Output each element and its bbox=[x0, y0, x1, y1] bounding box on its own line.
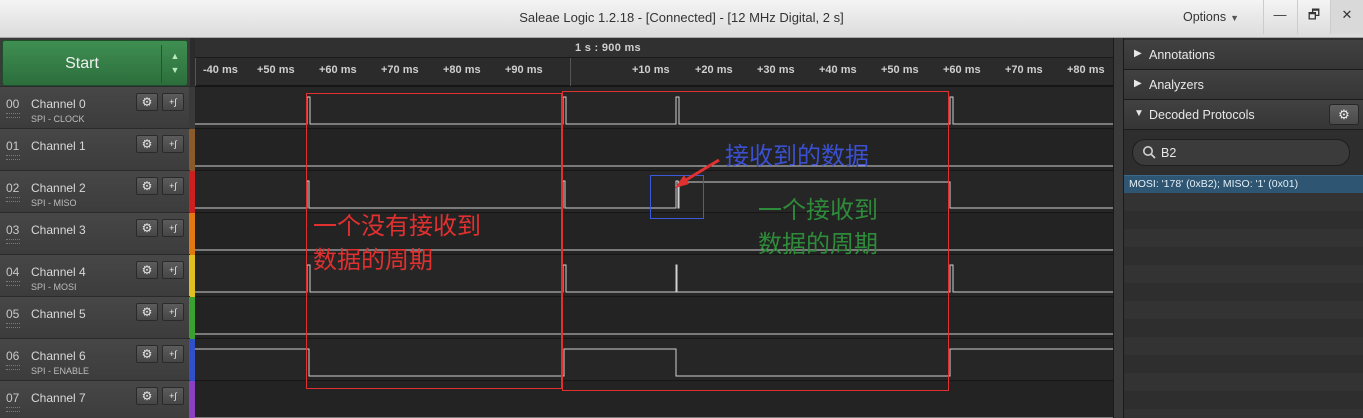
red-arrow-shaft bbox=[680, 158, 720, 185]
channel-settings-button[interactable]: ⚙ bbox=[136, 219, 158, 237]
title-bar: Saleae Logic 1.2.18 - [Connected] - [12 … bbox=[0, 0, 1363, 38]
decoded-results-list: MOSI: '178' (0xB2); MISO: '1' (0x01) bbox=[1124, 175, 1363, 418]
channel-name[interactable]: Channel 2 bbox=[31, 181, 86, 195]
trigger-button[interactable]: +∫ bbox=[162, 345, 184, 363]
channel-analyzer-label: SPI - CLOCK bbox=[31, 114, 85, 124]
channel-settings-button[interactable]: ⚙ bbox=[136, 261, 158, 279]
channel-number: 00 bbox=[6, 97, 20, 111]
drag-handle-icon[interactable] bbox=[6, 281, 20, 286]
expand-arrow-icon: ▶ bbox=[1134, 78, 1142, 89]
red-arrow-head-icon bbox=[675, 175, 689, 188]
channel-name[interactable]: Channel 4 bbox=[31, 265, 86, 279]
channel-number: 07 bbox=[6, 391, 20, 405]
channel-panel: Start ▲ ▼ 00 Channel 0 SPI - CLOCK ⚙ +∫ 01 Chan… bbox=[0, 38, 195, 418]
channel-analyzer-label: SPI - MISO bbox=[31, 198, 77, 208]
channel-number: 02 bbox=[6, 181, 20, 195]
decoded-protocols-section-header[interactable]: ▼ Decoded Protocols ⚙ bbox=[1124, 100, 1363, 130]
decoded-result-row[interactable]: MOSI: '178' (0xB2); MISO: '1' (0x01) bbox=[1124, 175, 1363, 193]
expand-arrow-icon: ▶ bbox=[1134, 48, 1142, 59]
channel-row[interactable]: 02 Channel 2 SPI - MISO ⚙ +∫ bbox=[0, 170, 195, 213]
analyzers-section-header[interactable]: ▶ Analyzers bbox=[1124, 70, 1363, 100]
channel-number: 06 bbox=[6, 349, 20, 363]
trigger-button[interactable]: +∫ bbox=[162, 219, 184, 237]
channel-row[interactable]: 00 Channel 0 SPI - CLOCK ⚙ +∫ bbox=[0, 86, 195, 129]
drag-handle-icon[interactable] bbox=[6, 323, 20, 328]
analyzers-label: Analyzers bbox=[1149, 78, 1204, 92]
trigger-button[interactable]: +∫ bbox=[162, 303, 184, 321]
channel-analyzer-label: SPI - ENABLE bbox=[31, 366, 90, 376]
drag-handle-icon[interactable] bbox=[6, 197, 20, 202]
restore-button[interactable]: 🗗 bbox=[1297, 0, 1330, 34]
channel-row[interactable]: 01 Channel 1 ⚙ +∫ bbox=[0, 128, 195, 171]
channel-row[interactable]: 07 Channel 7 ⚙ +∫ bbox=[0, 380, 195, 418]
channel-name[interactable]: Channel 0 bbox=[31, 97, 86, 111]
close-button[interactable]: ✕ bbox=[1330, 0, 1363, 34]
side-panel: ▶ Annotations ▶ Analyzers ▼ Decoded Prot… bbox=[1123, 38, 1363, 418]
channel-row[interactable]: 06 Channel 6 SPI - ENABLE ⚙ +∫ bbox=[0, 338, 195, 381]
channel-number: 05 bbox=[6, 307, 20, 321]
start-options-arrows[interactable]: ▲ ▼ bbox=[166, 49, 184, 77]
chevron-up-icon[interactable]: ▲ bbox=[166, 49, 184, 63]
waveform-area[interactable]: 1 s : 900 ms -40 ms +50 ms +60 ms +70 ms +80… bbox=[195, 38, 1113, 418]
channel-number: 04 bbox=[6, 265, 20, 279]
collapse-arrow-icon: ▼ bbox=[1134, 108, 1144, 119]
trigger-button[interactable]: +∫ bbox=[162, 387, 184, 405]
annotation-arrow-layer bbox=[675, 158, 720, 188]
start-button-divider bbox=[161, 45, 162, 83]
channel-row[interactable]: 04 Channel 4 SPI - MOSI ⚙ +∫ bbox=[0, 254, 195, 297]
channel-settings-button[interactable]: ⚙ bbox=[136, 387, 158, 405]
chevron-down-icon[interactable]: ▼ bbox=[166, 63, 184, 77]
search-input[interactable] bbox=[1161, 143, 1341, 162]
annotations-label: Annotations bbox=[1149, 48, 1216, 62]
options-label: Options bbox=[1183, 10, 1227, 24]
waveform-scrollbar[interactable] bbox=[1113, 38, 1123, 418]
channel-name[interactable]: Channel 7 bbox=[31, 391, 86, 405]
channel-name[interactable]: Channel 5 bbox=[31, 307, 86, 321]
channel-settings-button[interactable]: ⚙ bbox=[136, 177, 158, 195]
annotations-section-header[interactable]: ▶ Annotations bbox=[1124, 40, 1363, 70]
drag-handle-icon[interactable] bbox=[6, 239, 20, 244]
channel-settings-button[interactable]: ⚙ bbox=[136, 345, 158, 363]
drag-handle-icon[interactable] bbox=[6, 113, 20, 118]
drag-handle-icon[interactable] bbox=[6, 365, 20, 370]
window-title: Saleae Logic 1.2.18 - [Connected] - [12 … bbox=[519, 10, 844, 25]
trigger-button[interactable]: +∫ bbox=[162, 135, 184, 153]
drag-handle-icon[interactable] bbox=[6, 407, 20, 412]
drag-handle-icon[interactable] bbox=[6, 155, 20, 160]
channel-row[interactable]: 05 Channel 5 ⚙ +∫ bbox=[0, 296, 195, 339]
options-menu[interactable]: Options ▼ bbox=[1183, 10, 1239, 24]
channel-analyzer-label: SPI - MOSI bbox=[31, 282, 77, 292]
trigger-button[interactable]: +∫ bbox=[162, 261, 184, 279]
decoded-result-text: MOSI: '178' (0xB2); MISO: '1' (0x01) bbox=[1129, 178, 1299, 190]
minimize-button[interactable]: — bbox=[1263, 0, 1296, 34]
chevron-down-icon: ▼ bbox=[1230, 13, 1240, 23]
start-button[interactable]: Start ▲ ▼ bbox=[2, 40, 188, 86]
start-button-label: Start bbox=[65, 55, 99, 72]
decoded-settings-button[interactable]: ⚙ bbox=[1329, 104, 1359, 125]
channel-settings-button[interactable]: ⚙ bbox=[136, 135, 158, 153]
channel-name[interactable]: Channel 6 bbox=[31, 349, 86, 363]
channel-name[interactable]: Channel 3 bbox=[31, 223, 86, 237]
channel-settings-button[interactable]: ⚙ bbox=[136, 93, 158, 111]
trigger-button[interactable]: +∫ bbox=[162, 93, 184, 111]
channel-row[interactable]: 03 Channel 3 ⚙ +∫ bbox=[0, 212, 195, 255]
decoded-protocols-label: Decoded Protocols bbox=[1149, 108, 1255, 122]
search-box[interactable] bbox=[1132, 139, 1350, 166]
channel-number: 03 bbox=[6, 223, 20, 237]
channel-name[interactable]: Channel 1 bbox=[31, 139, 86, 153]
trigger-button[interactable]: +∫ bbox=[162, 177, 184, 195]
channel-number: 01 bbox=[6, 139, 20, 153]
app-window: Saleae Logic 1.2.18 - [Connected] - [12 … bbox=[0, 0, 1363, 418]
channel-settings-button[interactable]: ⚙ bbox=[136, 303, 158, 321]
search-icon bbox=[1143, 146, 1156, 159]
